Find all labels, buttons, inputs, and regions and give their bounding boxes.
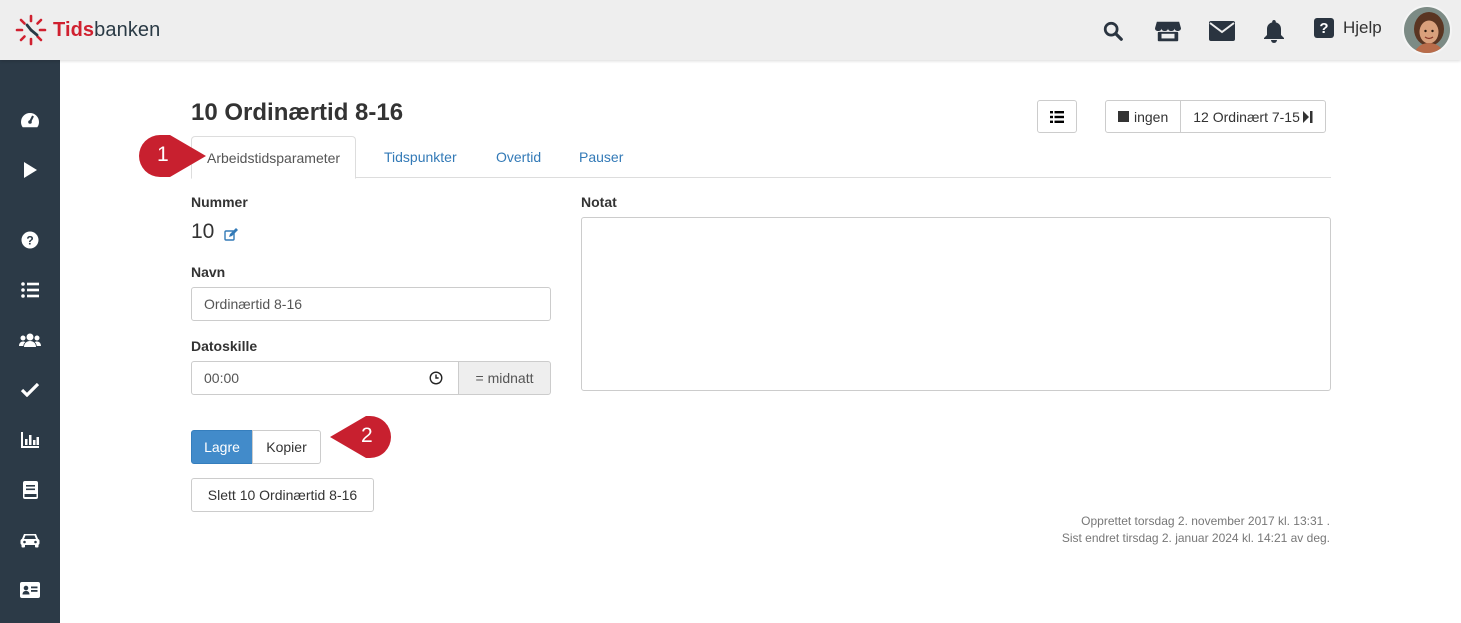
delete-button[interactable]: Slett 10 Ordinærtid 8-16	[191, 478, 374, 512]
callout-marker-1: 1	[136, 133, 216, 179]
dashboard-icon[interactable]	[18, 108, 42, 132]
next-record-button[interactable]: 12 Ordinært 7-15	[1180, 101, 1325, 132]
notat-textarea[interactable]	[581, 217, 1331, 391]
avatar[interactable]	[1402, 5, 1452, 55]
navn-input[interactable]: Ordinærtid 8-16	[191, 287, 551, 321]
nummer-label: Nummer	[191, 194, 248, 210]
help-label: Hjelp	[1343, 18, 1382, 37]
stop-icon	[1118, 111, 1129, 122]
book-icon[interactable]	[18, 478, 42, 502]
bar-chart-icon[interactable]	[18, 428, 42, 452]
callout-number: 1	[157, 143, 169, 166]
callout-number: 2	[361, 424, 373, 447]
notat-label: Notat	[581, 194, 617, 210]
logo-text: Tidsbanken	[53, 18, 161, 41]
save-button[interactable]: Lagre	[191, 430, 253, 464]
datoskille-time-input[interactable]: 00:00	[191, 361, 459, 395]
id-card-icon[interactable]	[18, 578, 42, 602]
envelope-icon[interactable]	[1209, 18, 1235, 44]
car-icon[interactable]	[18, 528, 42, 552]
sidebar: ?	[0, 60, 60, 623]
nummer-value: 10	[191, 220, 215, 243]
previous-record-label: ingen	[1134, 108, 1169, 125]
logo-icon	[15, 14, 47, 46]
users-icon[interactable]	[18, 328, 42, 352]
modified-timestamp: Sist endret tirsdag 2. januar 2024 kl. 1…	[1061, 531, 1330, 545]
list-icon[interactable]	[18, 278, 42, 302]
datoskille-label: Datoskille	[191, 338, 258, 354]
tab-tidspunkter[interactable]: Tidspunkter	[369, 136, 472, 178]
svg-text:?: ?	[26, 234, 33, 248]
clock-icon[interactable]	[429, 371, 443, 385]
tab-pauser[interactable]: Pauser	[564, 136, 638, 178]
record-navigation: ingen 12 Ordinært 7-15	[1105, 100, 1326, 133]
tab-overtid[interactable]: Overtid	[481, 136, 556, 178]
list-icon	[1050, 110, 1064, 123]
question-icon: ?	[1314, 18, 1334, 38]
question-icon[interactable]: ?	[18, 228, 42, 252]
next-record-label: 12 Ordinært 7-15	[1193, 108, 1300, 125]
check-icon[interactable]	[18, 378, 42, 402]
edit-icon[interactable]	[224, 228, 238, 242]
midnatt-addon: = midnatt	[458, 361, 551, 395]
play-icon[interactable]	[18, 158, 42, 182]
bell-icon[interactable]	[1261, 18, 1287, 44]
tidsbanken-logo[interactable]: Tidsbanken	[15, 14, 160, 46]
help-link[interactable]: ? Hjelp	[1314, 18, 1382, 38]
callout-marker-2: 2	[330, 414, 410, 460]
tab-bar: Arbeidstidsparameter Tidspunkter Overtid…	[191, 136, 1331, 179]
store-icon[interactable]	[1155, 18, 1181, 44]
navn-label: Navn	[191, 264, 226, 280]
previous-record-button[interactable]: ingen	[1106, 101, 1180, 132]
copy-button[interactable]: Kopier	[252, 430, 321, 464]
page-title: 10 Ordinærtid 8-16	[191, 99, 404, 126]
search-icon[interactable]	[1100, 18, 1126, 44]
created-timestamp: Opprettet torsdag 2. november 2017 kl. 1…	[1081, 514, 1330, 528]
step-forward-icon	[1302, 110, 1313, 123]
top-bar: Tidsbanken ? Hjelp	[0, 0, 1461, 60]
list-view-button[interactable]	[1037, 100, 1077, 133]
